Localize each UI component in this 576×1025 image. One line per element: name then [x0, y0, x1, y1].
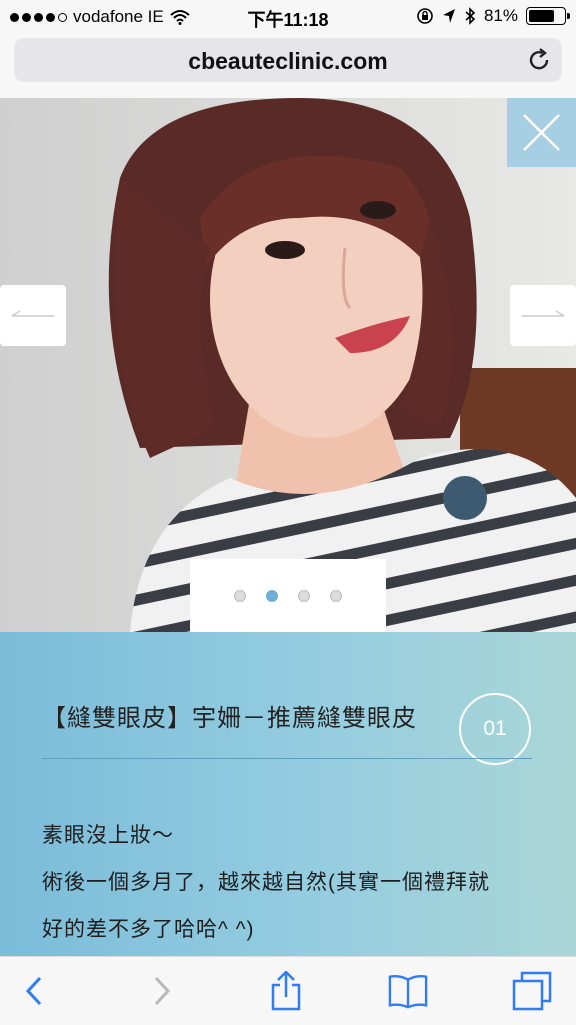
slide-photo: [0, 98, 576, 632]
previous-slide-button[interactable]: [0, 285, 66, 346]
arrow-right-icon: [522, 310, 565, 317]
tabs-icon: [512, 971, 552, 1011]
article-body: 素眼沒上妝～ 術後一個多月了，越來越自然(其實一個禮拜就 好的差不多了哈哈^ ^…: [42, 812, 542, 953]
bluetooth-icon: [465, 7, 476, 25]
bookmarks-button[interactable]: [388, 971, 428, 1011]
pagination-dot[interactable]: [234, 589, 246, 602]
article-title: 【縫雙眼皮】宇姍－推薦縫雙眼皮: [42, 705, 417, 732]
close-icon: [523, 114, 560, 151]
status-bar: vodafone IE 下午11:18 81%: [0, 0, 576, 34]
arrow-left-icon: [11, 310, 54, 317]
pagination-dot[interactable]: [330, 589, 342, 602]
pagination-dot[interactable]: [266, 589, 278, 602]
article-number-badge: 01: [459, 693, 531, 765]
status-right: 81%: [416, 6, 570, 26]
article-panel: 【縫雙眼皮】宇姍－推薦縫雙眼皮 01 素眼沒上妝～ 術後一個多月了，越來越自然(…: [0, 632, 576, 956]
article-line: 好的差不多了哈哈^ ^): [42, 918, 255, 941]
slide-pagination: [190, 559, 386, 632]
back-button[interactable]: [14, 971, 54, 1011]
article-line: 素眼沒上妝～: [42, 824, 174, 847]
next-slide-button[interactable]: [510, 285, 576, 346]
orientation-lock-icon: [417, 8, 433, 24]
browser-address-bar-area: cbeauteclinic.com: [0, 34, 576, 99]
browser-toolbar: [0, 956, 576, 1025]
close-button[interactable]: [507, 98, 576, 167]
book-icon: [388, 974, 428, 1009]
location-icon: [442, 9, 455, 23]
tabs-button[interactable]: [512, 971, 552, 1011]
share-button[interactable]: [266, 971, 306, 1011]
forward-button[interactable]: [142, 971, 182, 1011]
battery-icon: [526, 7, 570, 25]
article-line: 術後一個多月了，越來越自然(其實一個禮拜就: [42, 871, 490, 894]
battery-percentage: 81%: [483, 6, 518, 25]
back-chevron-icon: [25, 976, 42, 1006]
url-text: cbeauteclinic.com: [188, 48, 388, 74]
share-icon: [271, 971, 301, 1011]
title-divider: [42, 758, 532, 759]
address-bar[interactable]: cbeauteclinic.com: [14, 38, 562, 82]
forward-chevron-icon: [154, 976, 171, 1006]
reload-icon[interactable]: [526, 47, 552, 73]
pagination-dot[interactable]: [298, 589, 310, 602]
